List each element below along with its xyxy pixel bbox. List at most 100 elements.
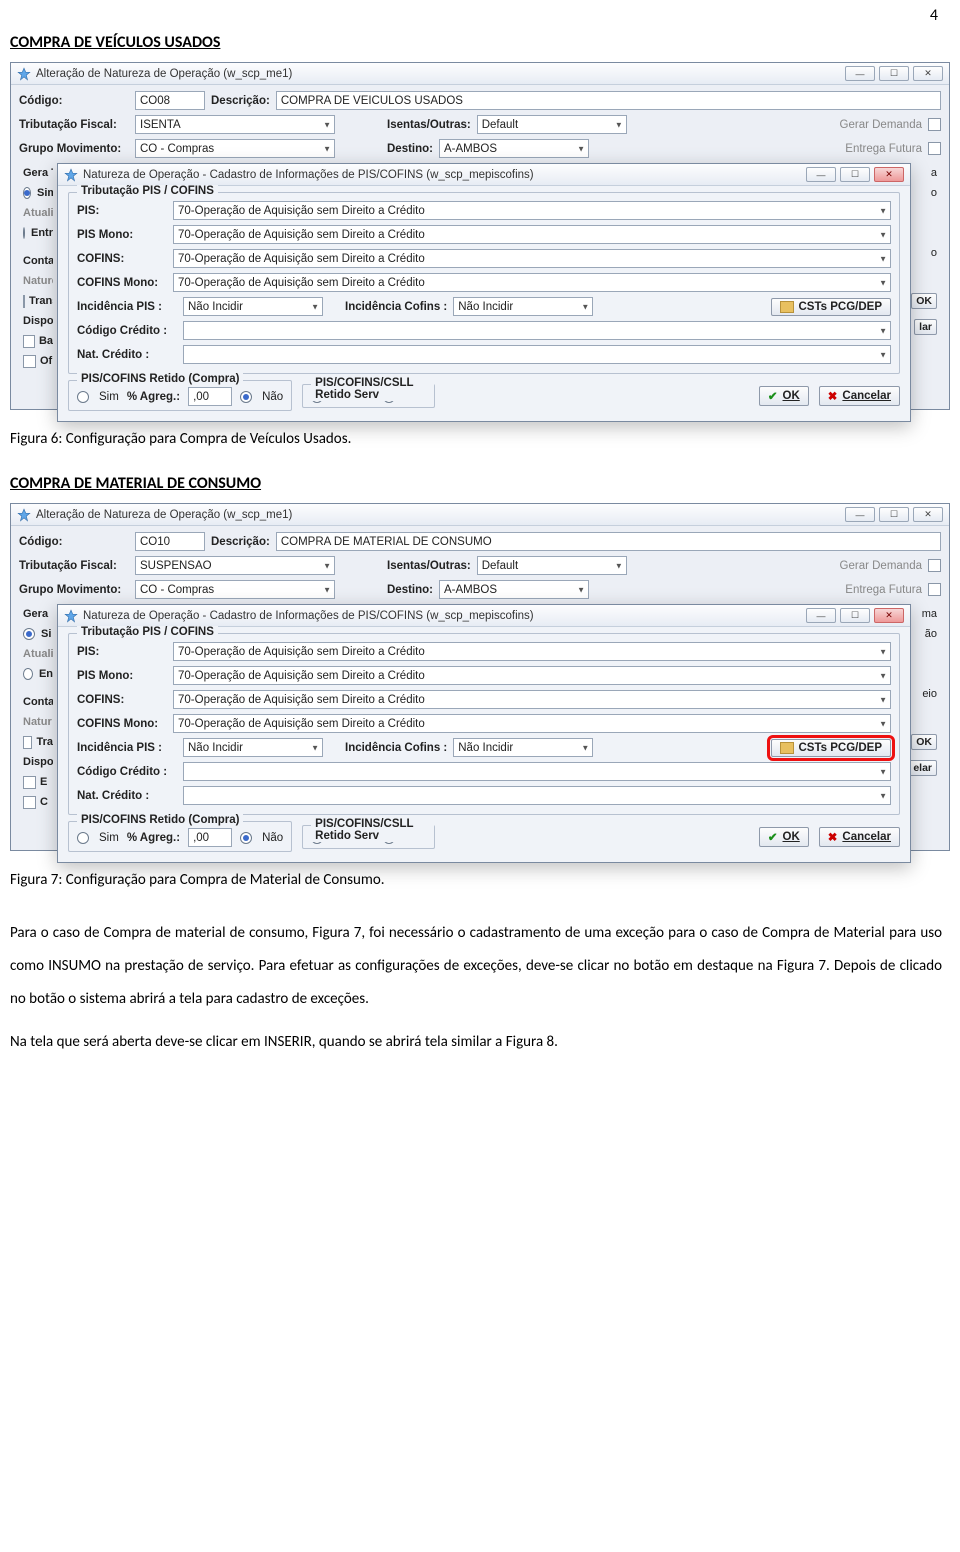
cut-left: Gera xyxy=(19,604,53,624)
csts-button[interactable]: CSTs PCG/DEP xyxy=(771,298,892,316)
isentas-select[interactable]: Default xyxy=(477,115,627,134)
label-grupo: Grupo Movimento: xyxy=(19,584,129,596)
descricao-field[interactable]: COMPRA DE MATERIAL DE CONSUMO xyxy=(276,532,941,551)
cut-left: Natur xyxy=(19,712,53,732)
pismono-select[interactable]: 70-Operação de Aquisição sem Direito a C… xyxy=(173,666,891,685)
retido-compra-sim-radio[interactable] xyxy=(77,391,89,403)
retido-compra-nao-radio[interactable] xyxy=(240,832,252,844)
paragraph-1: Para o caso de Compra de material de con… xyxy=(0,907,960,1026)
agreg-field[interactable]: ,00 xyxy=(188,387,232,406)
gerardemanda-checkbox[interactable] xyxy=(928,559,941,572)
minimize-button[interactable]: — xyxy=(845,507,875,522)
cut-left: Trans xyxy=(19,291,53,311)
cofins-select[interactable]: 70-Operação de Aquisição sem Direito a C… xyxy=(173,690,891,709)
cancel-icon: ✖ xyxy=(828,830,838,844)
cofins-select[interactable]: 70-Operação de Aquisição sem Direito a C… xyxy=(173,249,891,268)
inccofins-select[interactable]: Não Incidir xyxy=(453,297,593,316)
incpis-select[interactable]: Não Incidir xyxy=(183,738,323,757)
close-button[interactable]: ✕ xyxy=(913,507,943,522)
cut-cancel[interactable]: elar xyxy=(909,760,937,776)
grupo-select[interactable]: CO - Compras xyxy=(135,580,335,599)
codcredito-select[interactable] xyxy=(183,762,891,781)
figure-7-screenshot: Alteração de Natureza de Operação (w_scp… xyxy=(0,503,960,851)
codigo-field[interactable]: CO08 xyxy=(135,91,205,110)
isentas-select[interactable]: Default xyxy=(477,556,627,575)
pis-select[interactable]: 70-Operação de Aquisição sem Direito a C… xyxy=(173,642,891,661)
entregafutura-checkbox[interactable] xyxy=(928,142,941,155)
minimize-button[interactable]: — xyxy=(845,66,875,81)
cut-left: Dispon xyxy=(19,311,53,331)
maximize-button[interactable]: ☐ xyxy=(840,167,870,182)
label-pis: PIS: xyxy=(77,205,167,217)
close-button[interactable]: ✕ xyxy=(874,608,904,623)
app-icon xyxy=(64,609,78,623)
destino-select[interactable]: A-AMBOS xyxy=(439,580,589,599)
cut-right: eio xyxy=(909,684,937,704)
cut-left: E xyxy=(19,772,53,792)
modal-title: Natureza de Operação - Cadastro de Infor… xyxy=(83,610,806,622)
retido-compra-sim-radio[interactable] xyxy=(77,832,89,844)
close-button[interactable]: ✕ xyxy=(913,66,943,81)
close-button[interactable]: ✕ xyxy=(874,167,904,182)
cut-right: ma xyxy=(909,604,937,624)
cancel-button[interactable]: ✖Cancelar xyxy=(819,386,900,406)
label-cofins: COFINS: xyxy=(77,694,167,706)
cut-left: Gera T xyxy=(19,163,53,183)
cancel-button[interactable]: ✖Cancelar xyxy=(819,827,900,847)
label-natcredito: Nat. Crédito : xyxy=(77,790,177,802)
maximize-button[interactable]: ☐ xyxy=(879,507,909,522)
cut-left: Of xyxy=(19,351,53,371)
retido-compra-nao-radio[interactable] xyxy=(240,391,252,403)
minimize-button[interactable]: — xyxy=(806,608,836,623)
groupbox-retido-serv: PIS/COFINS/CSLL Retido Serv xyxy=(311,818,434,842)
pismono-select[interactable]: 70-Operação de Aquisição sem Direito a C… xyxy=(173,225,891,244)
heading-fig7: COMPRA DE MATERIAL DE CONSUMO xyxy=(0,466,960,499)
cut-left: Conta G xyxy=(19,251,53,271)
check-icon: ✔ xyxy=(768,830,778,844)
label-sim: Sim xyxy=(99,832,119,844)
tribfiscal-select[interactable]: ISENTA xyxy=(135,115,335,134)
natcredito-select[interactable] xyxy=(183,786,891,805)
cofinsmono-select[interactable]: 70-Operação de Aquisição sem Direito a C… xyxy=(173,714,891,733)
codcredito-select[interactable] xyxy=(183,321,891,340)
cut-cancel[interactable]: lar xyxy=(914,319,937,335)
label-pismono: PIS Mono: xyxy=(77,229,167,241)
descricao-field[interactable]: COMPRA DE VEICULOS USADOS xyxy=(276,91,941,110)
label-codigo: Código: xyxy=(19,536,129,548)
cut-left: En xyxy=(19,664,53,684)
entregafutura-checkbox[interactable] xyxy=(928,583,941,596)
maximize-button[interactable]: ☐ xyxy=(879,66,909,81)
minimize-button[interactable]: — xyxy=(806,167,836,182)
cut-left: Nature xyxy=(19,271,53,291)
destino-select[interactable]: A-AMBOS xyxy=(439,139,589,158)
agreg-field[interactable]: ,00 xyxy=(188,828,232,847)
cut-ok[interactable]: OK xyxy=(911,734,937,750)
gerardemanda-checkbox[interactable] xyxy=(928,118,941,131)
maximize-button[interactable]: ☐ xyxy=(840,608,870,623)
check-icon: ✔ xyxy=(768,389,778,403)
label-tribfiscal: Tributação Fiscal: xyxy=(19,560,129,572)
cut-left: C xyxy=(19,792,53,812)
inccofins-select[interactable]: Não Incidir xyxy=(453,738,593,757)
cut-left: Sim xyxy=(19,183,53,203)
label-inccofins: Incidência Cofins : xyxy=(345,742,447,754)
codigo-field[interactable]: CO10 xyxy=(135,532,205,551)
parent-window-titlebar: Alteração de Natureza de Operação (w_scp… xyxy=(11,63,949,85)
ok-button[interactable]: ✔OK xyxy=(759,827,809,847)
cut-left: Conta xyxy=(19,692,53,712)
ok-button[interactable]: ✔OK xyxy=(759,386,809,406)
label-gerardemanda: Gerar Demanda xyxy=(840,119,922,131)
cut-left: Entr xyxy=(19,223,53,243)
pis-select[interactable]: 70-Operação de Aquisição sem Direito a C… xyxy=(173,201,891,220)
label-inccofins: Incidência Cofins : xyxy=(345,301,447,313)
label-codigo: Código: xyxy=(19,95,129,107)
csts-button-highlighted[interactable]: CSTs PCG/DEP xyxy=(771,739,892,757)
cut-ok[interactable]: OK xyxy=(911,293,937,309)
label-agreg: % Agreg.: xyxy=(127,832,180,844)
grupo-select[interactable]: CO - Compras xyxy=(135,139,335,158)
cofinsmono-select[interactable]: 70-Operação de Aquisição sem Direito a C… xyxy=(173,273,891,292)
tribfiscal-select[interactable]: SUSPENSAO xyxy=(135,556,335,575)
label-incpis: Incidência PIS : xyxy=(77,301,177,313)
incpis-select[interactable]: Não Incidir xyxy=(183,297,323,316)
natcredito-select[interactable] xyxy=(183,345,891,364)
